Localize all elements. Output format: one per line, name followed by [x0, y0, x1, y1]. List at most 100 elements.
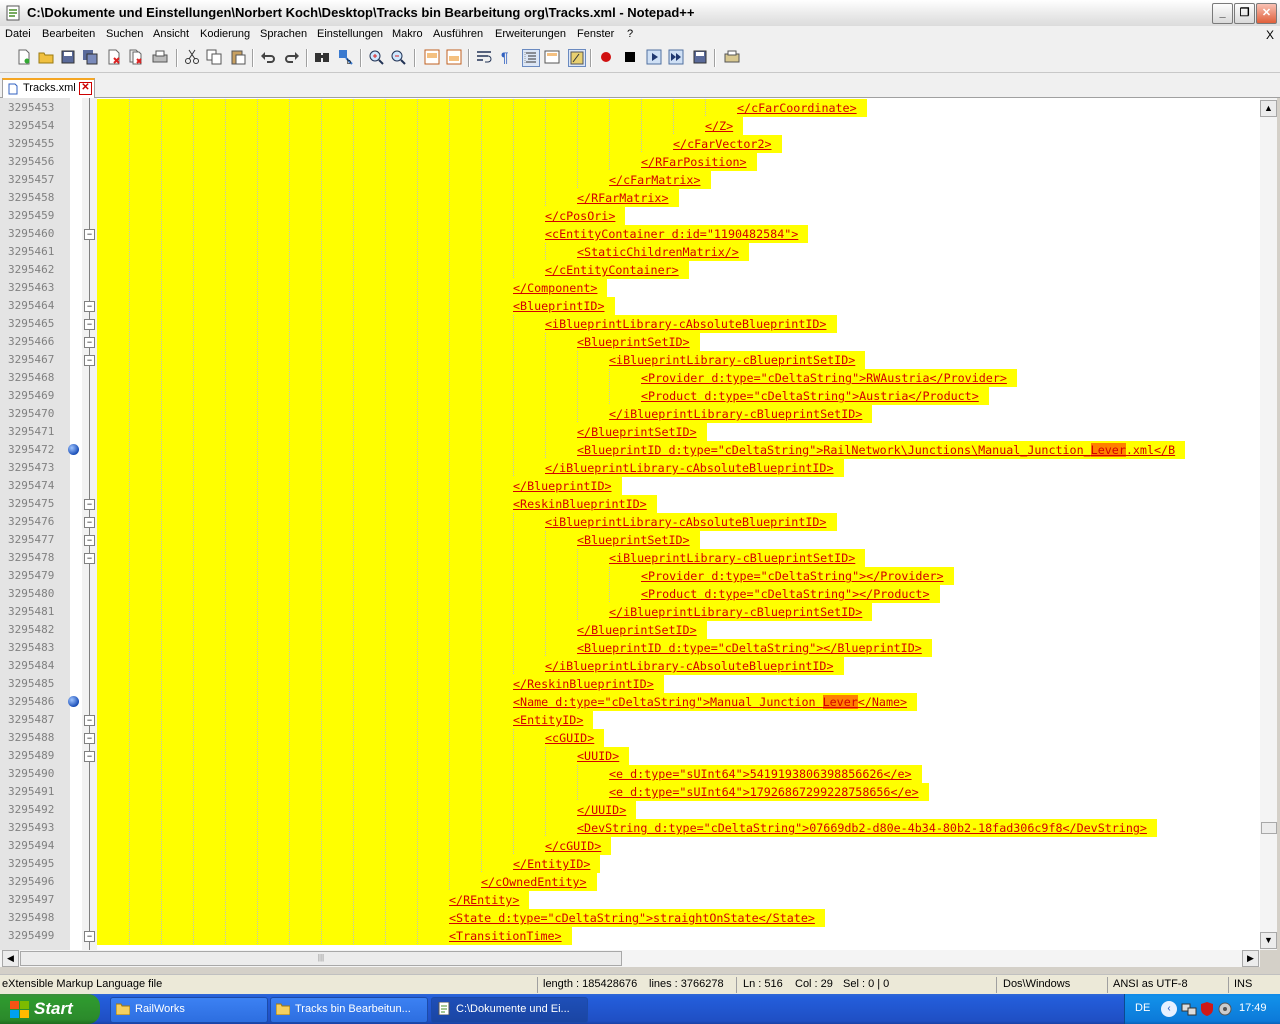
fold-toggle-icon[interactable]: − — [84, 355, 95, 366]
network-icon[interactable] — [1181, 1001, 1197, 1017]
show-all-chars-icon[interactable]: ¶ — [498, 49, 514, 65]
menu-sprachen[interactable]: Sprachen — [260, 28, 307, 40]
horizontal-scroll-thumb[interactable]: ||| — [20, 951, 622, 966]
menu-kodierung[interactable]: Kodierung — [200, 28, 250, 40]
start-button[interactable]: Start — [0, 994, 100, 1024]
fold-toggle-icon[interactable]: − — [84, 517, 95, 528]
fold-toggle-icon[interactable]: − — [84, 715, 95, 726]
user-language-icon[interactable] — [544, 49, 560, 65]
code-text-main: </Z> — [705, 119, 734, 133]
language-indicator[interactable]: DE — [1135, 1002, 1150, 1014]
launch-browser-icon[interactable] — [724, 49, 740, 65]
indent-guide — [577, 549, 578, 567]
menu-fenster[interactable]: Fenster — [577, 28, 614, 40]
menu-einstellungen[interactable]: Einstellungen — [317, 28, 383, 40]
indent-guide — [289, 693, 290, 711]
undo-icon[interactable] — [260, 49, 276, 65]
cut-icon[interactable] — [184, 49, 200, 65]
find-icon[interactable] — [314, 49, 330, 65]
tray-expand-icon[interactable]: ‹ — [1161, 1001, 1177, 1017]
save-all-icon[interactable] — [82, 49, 98, 65]
tab-close-icon[interactable]: ✕ — [79, 82, 92, 95]
save-icon[interactable] — [60, 49, 76, 65]
doc-map-icon[interactable] — [568, 49, 586, 67]
vertical-scroll-thumb[interactable] — [1261, 822, 1277, 834]
bookmark-margin[interactable] — [70, 98, 82, 950]
task-notepadpp[interactable]: C:\Dokumente und Ei... — [431, 997, 588, 1023]
fold-toggle-icon[interactable]: − — [84, 931, 95, 942]
run-macro-multiple-icon[interactable] — [668, 49, 684, 65]
menu-ausfuehren[interactable]: Ausführen — [433, 28, 483, 40]
code-text: </cFarMatrix> — [609, 171, 700, 189]
indent-guide — [257, 153, 258, 171]
close-document-x[interactable]: X — [1266, 28, 1274, 42]
indent-guide — [353, 369, 354, 387]
close-window-button[interactable]: ✕ — [1256, 3, 1277, 24]
maximize-button[interactable]: ❐ — [1234, 3, 1255, 24]
code-line[interactable] — [97, 801, 637, 819]
fold-toggle-icon[interactable]: − — [84, 499, 95, 510]
task-tracks-folder[interactable]: Tracks bin Bearbeitun... — [270, 997, 428, 1023]
open-file-icon[interactable] — [38, 49, 54, 65]
sync-vertical-icon[interactable] — [424, 49, 440, 65]
code-line[interactable] — [97, 729, 605, 747]
task-railworks[interactable]: RailWorks — [110, 997, 268, 1023]
bookmark-icon[interactable] — [68, 696, 79, 707]
word-wrap-icon[interactable] — [476, 49, 492, 65]
menu-suchen[interactable]: Suchen — [106, 28, 143, 40]
save-macro-icon[interactable] — [692, 49, 708, 65]
indent-guide — [225, 549, 226, 567]
scroll-left-button[interactable]: ◀ — [2, 950, 19, 967]
minimize-button[interactable]: _ — [1212, 3, 1233, 24]
play-macro-icon[interactable] — [646, 49, 662, 65]
close-all-icon[interactable] — [128, 49, 144, 65]
sync-horizontal-icon[interactable] — [446, 49, 462, 65]
code-text-main: </cOwnedEntity> — [481, 875, 587, 889]
new-file-icon[interactable] — [16, 49, 32, 65]
scroll-up-button[interactable]: ▲ — [1260, 100, 1277, 117]
indent-guide — [513, 171, 514, 189]
zoom-out-icon[interactable] — [390, 49, 406, 65]
menu-bearbeiten[interactable]: Bearbeiten — [42, 28, 95, 40]
line-number: 3295475 — [8, 497, 55, 510]
fold-toggle-icon[interactable]: − — [84, 229, 95, 240]
code-line[interactable] — [97, 837, 612, 855]
antivirus-icon[interactable] — [1217, 1001, 1233, 1017]
fold-toggle-icon[interactable]: − — [84, 337, 95, 348]
fold-toggle-icon[interactable]: − — [84, 553, 95, 564]
menu-help[interactable]: ? — [627, 28, 633, 40]
fold-toggle-icon[interactable]: − — [84, 319, 95, 330]
zoom-in-icon[interactable] — [368, 49, 384, 65]
horizontal-scrollbar[interactable]: ◀ ||| ▶ — [0, 950, 1260, 967]
vertical-scrollbar[interactable]: ▲ ▼ — [1260, 98, 1277, 950]
fold-toggle-icon[interactable]: − — [84, 301, 95, 312]
replace-icon[interactable]: b — [338, 49, 354, 65]
security-shield-icon[interactable] — [1199, 1001, 1215, 1017]
indent-guide — [161, 603, 162, 621]
print-icon[interactable] — [152, 49, 168, 65]
indent-guide — [417, 369, 418, 387]
stop-record-icon[interactable] — [622, 49, 638, 65]
copy-icon[interactable] — [206, 49, 222, 65]
indent-guide-icon[interactable] — [522, 49, 540, 67]
fold-toggle-icon[interactable]: − — [84, 535, 95, 546]
code-text: </iBlueprintLibrary-cAbsoluteBlueprintID… — [545, 459, 834, 477]
paste-icon[interactable] — [230, 49, 246, 65]
record-macro-icon[interactable] — [598, 49, 614, 65]
code-line[interactable] — [97, 747, 630, 765]
tab-tracks-xml[interactable]: Tracks.xml ✕ — [2, 78, 95, 99]
scroll-down-button[interactable]: ▼ — [1260, 932, 1277, 949]
redo-icon[interactable] — [284, 49, 300, 65]
close-icon[interactable] — [106, 49, 122, 65]
indent-guide — [289, 459, 290, 477]
fold-toggle-icon[interactable]: − — [84, 751, 95, 762]
scroll-right-button[interactable]: ▶ — [1242, 950, 1259, 967]
menu-makro[interactable]: Makro — [392, 28, 423, 40]
editor-area[interactable]: 3295453 </cFarCoordinate> 3295454 </Z> 32954… — [0, 98, 1260, 950]
menu-ansicht[interactable]: Ansicht — [153, 28, 189, 40]
menu-erweiterungen[interactable]: Erweiterungen — [495, 28, 566, 40]
menu-datei[interactable]: Datei — [5, 28, 31, 40]
fold-toggle-icon[interactable]: − — [84, 733, 95, 744]
bookmark-icon[interactable] — [68, 444, 79, 455]
indent-guide — [513, 243, 514, 261]
